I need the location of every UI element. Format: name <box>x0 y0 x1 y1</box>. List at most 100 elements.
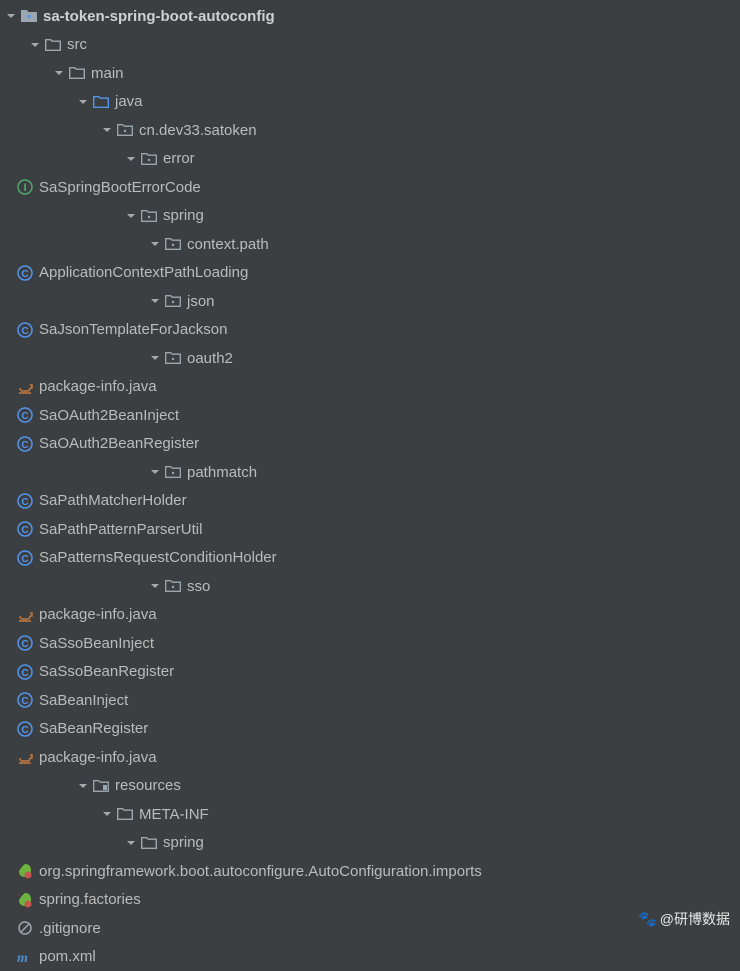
chevron-down-icon <box>124 209 138 223</box>
chevron-down-icon <box>148 351 162 365</box>
tree-item-file[interactable]: C SaBeanInject <box>0 686 740 715</box>
folder-icon <box>45 37 61 53</box>
tree-item-file[interactable]: C SaSsoBeanRegister <box>0 658 740 687</box>
tree-item-file[interactable]: C ApplicationContextPathLoading <box>0 259 740 288</box>
watermark-text: @研博数据 <box>660 909 730 929</box>
tree-label: sa-token-spring-boot-autoconfig <box>43 8 275 25</box>
tree-item-metainf[interactable]: META-INF <box>0 800 740 829</box>
tree-label: java <box>115 93 143 110</box>
class-icon: C <box>17 407 33 423</box>
tree-label: SaBeanInject <box>39 692 128 709</box>
tree-label: org.springframework.boot.autoconfigure.A… <box>39 863 482 880</box>
svg-text:C: C <box>21 269 28 280</box>
folder-icon <box>69 65 85 81</box>
tree-item-json[interactable]: json <box>0 287 740 316</box>
tree-label: pathmatch <box>187 464 257 481</box>
svg-text:C: C <box>21 554 28 565</box>
tree-item-file[interactable]: org.springframework.boot.autoconfigure.A… <box>0 857 740 886</box>
package-icon <box>165 464 181 480</box>
svg-text:C: C <box>21 639 28 650</box>
class-icon: C <box>17 721 33 737</box>
chevron-down-icon <box>76 95 90 109</box>
chevron-down-icon <box>124 152 138 166</box>
tree-label: SaSsoBeanRegister <box>39 663 174 680</box>
tree-item-contextpath[interactable]: context.path <box>0 230 740 259</box>
class-icon: C <box>17 692 33 708</box>
package-icon <box>165 236 181 252</box>
tree-item-file[interactable]: C SaSsoBeanInject <box>0 629 740 658</box>
tree-label: SaJsonTemplateForJackson <box>39 321 227 338</box>
folder-icon <box>117 806 133 822</box>
tree-item-file[interactable]: C SaPathMatcherHolder <box>0 487 740 516</box>
chevron-down-icon <box>76 779 90 793</box>
tree-item-file[interactable]: C SaOAuth2BeanRegister <box>0 430 740 459</box>
chevron-down-icon <box>148 465 162 479</box>
tree-item-gitignore[interactable]: .gitignore <box>0 914 740 943</box>
tree-item-spring[interactable]: spring <box>0 202 740 231</box>
tree-label: SaPathMatcherHolder <box>39 492 187 509</box>
tree-item-file[interactable]: C SaBeanRegister <box>0 715 740 744</box>
svg-text:C: C <box>21 696 28 707</box>
tree-item-file[interactable]: package-info.java <box>0 743 740 772</box>
class-icon: C <box>17 550 33 566</box>
chevron-down-icon <box>100 807 114 821</box>
tree-item-main[interactable]: main <box>0 59 740 88</box>
tree-item-pathmatch[interactable]: pathmatch <box>0 458 740 487</box>
class-icon: C <box>17 664 33 680</box>
tree-label: json <box>187 293 215 310</box>
class-icon: C <box>17 322 33 338</box>
class-icon: C <box>17 436 33 452</box>
chevron-down-icon <box>124 836 138 850</box>
tree-item-java[interactable]: java <box>0 88 740 117</box>
tree-item-file[interactable]: C SaOAuth2BeanInject <box>0 401 740 430</box>
tree-item-oauth2[interactable]: oauth2 <box>0 344 740 373</box>
java-file-icon <box>17 379 33 395</box>
chevron-down-icon <box>4 9 18 23</box>
tree-label: spring <box>163 834 204 851</box>
package-icon <box>165 350 181 366</box>
tree-item-error[interactable]: error <box>0 145 740 174</box>
tree-label: pom.xml <box>39 948 96 965</box>
project-tree: sa-token-spring-boot-autoconfig src main… <box>0 0 740 971</box>
tree-item-file[interactable]: package-info.java <box>0 373 740 402</box>
source-folder-icon <box>93 94 109 110</box>
tree-label: main <box>91 65 124 82</box>
svg-text:C: C <box>21 497 28 508</box>
spring-config-icon <box>17 863 33 879</box>
package-icon <box>141 208 157 224</box>
tree-item-file[interactable]: I SaSpringBootErrorCode <box>0 173 740 202</box>
svg-text:C: C <box>21 440 28 451</box>
tree-label: ApplicationContextPathLoading <box>39 264 248 281</box>
package-icon <box>141 151 157 167</box>
tree-item-resources[interactable]: resources <box>0 772 740 801</box>
svg-text:m: m <box>17 951 28 965</box>
tree-label: package-info.java <box>39 749 157 766</box>
class-icon: C <box>17 635 33 651</box>
watermark: 🐾 @研博数据 <box>638 909 730 929</box>
tree-label: SaOAuth2BeanRegister <box>39 435 199 452</box>
tree-item-file[interactable]: spring.factories <box>0 886 740 915</box>
svg-text:I: I <box>23 182 26 194</box>
class-icon: C <box>17 521 33 537</box>
tree-item-file[interactable]: C SaPathPatternParserUtil <box>0 515 740 544</box>
module-folder-icon <box>21 8 37 24</box>
svg-text:C: C <box>21 525 28 536</box>
tree-item-file[interactable]: C SaPatternsRequestConditionHolder <box>0 544 740 573</box>
tree-item-pom[interactable]: m pom.xml <box>0 943 740 971</box>
tree-label: spring <box>163 207 204 224</box>
java-file-icon <box>17 749 33 765</box>
chevron-down-icon <box>148 237 162 251</box>
tree-item-file[interactable]: package-info.java <box>0 601 740 630</box>
tree-item-sso[interactable]: sso <box>0 572 740 601</box>
tree-label: src <box>67 36 87 53</box>
tree-item-root[interactable]: sa-token-spring-boot-autoconfig <box>0 2 740 31</box>
chevron-down-icon <box>52 66 66 80</box>
chevron-down-icon <box>148 579 162 593</box>
tree-item-resource-spring[interactable]: spring <box>0 829 740 858</box>
tree-item-file[interactable]: C SaJsonTemplateForJackson <box>0 316 740 345</box>
tree-label: context.path <box>187 236 269 253</box>
tree-item-src[interactable]: src <box>0 31 740 60</box>
tree-label: sso <box>187 578 210 595</box>
tree-label: SaBeanRegister <box>39 720 148 737</box>
tree-item-package[interactable]: cn.dev33.satoken <box>0 116 740 145</box>
